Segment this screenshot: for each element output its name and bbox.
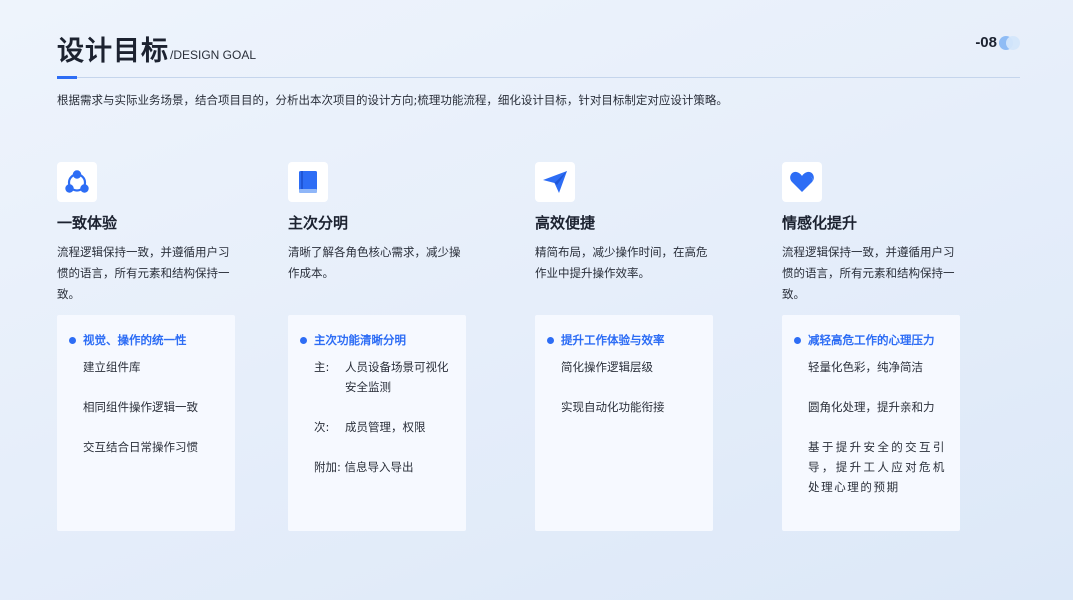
goal-column-consistency: 一致体验 流程逻辑保持一致，并遵循用户习惯的语言，所有元素和结构保持一致。 xyxy=(57,162,257,305)
list-item: 主: 人员设备场景可视化安全监测 xyxy=(314,357,452,397)
goal-text: 流程逻辑保持一致，并遵循用户习惯的语言，所有元素和结构保持一致。 xyxy=(57,245,230,301)
icon-container xyxy=(782,162,822,202)
strategy-card-consistency: 视觉、操作的统一性 建立组件库 相同组件操作逻辑一致 交互结合日常操作习惯 xyxy=(57,315,235,531)
item-key: 附加: xyxy=(314,460,341,474)
decorative-dots-icon xyxy=(999,36,1021,50)
header-divider-accent xyxy=(57,76,77,79)
goal-title: 一致体验 xyxy=(57,214,118,232)
goal-text: 精简布局，减少操作时间，在高危作业中提升操作效率。 xyxy=(535,245,708,280)
heart-icon xyxy=(790,171,814,192)
card-list: 建立组件库 相同组件操作逻辑一致 交互结合日常操作习惯 xyxy=(69,357,221,457)
list-item: 交互结合日常操作习惯 xyxy=(83,440,198,454)
icon-container xyxy=(535,162,575,202)
card-list: 简化操作逻辑层级 实现自动化功能衔接 xyxy=(547,357,699,417)
item-value: 人员设备场景可视化安全监测 xyxy=(345,360,449,394)
goal-title: 情感化提升 xyxy=(782,214,858,232)
page-description: 根据需求与实际业务场景，结合项目目的，分析出本次项目的设计方向;梳理功能流程，细… xyxy=(57,93,728,107)
strategy-card-emotion: 减轻高危工作的心理压力 轻量化色彩，纯净简洁 圆角化处理，提升亲和力 基于提升安… xyxy=(782,315,960,531)
book-icon xyxy=(299,171,317,193)
card-title-text: 主次功能清晰分明 xyxy=(314,333,406,347)
card-title: 提升工作体验与效率 xyxy=(547,332,699,348)
goal-text: 清晰了解各角色核心需求，减少操作成本。 xyxy=(288,245,461,280)
goal-text: 流程逻辑保持一致，并遵循用户习惯的语言，所有元素和结构保持一致。 xyxy=(782,245,955,301)
list-item: 基于提升安全的交互引导，提升工人应对危机处理心理的预期 xyxy=(808,440,946,494)
bullet-icon xyxy=(69,336,76,344)
icon-container xyxy=(288,162,328,202)
paper-plane-icon xyxy=(543,171,567,193)
page-subtitle: /DESIGN GOAL xyxy=(170,48,257,62)
card-title: 减轻高危工作的心理压力 xyxy=(794,332,946,348)
bullet-icon xyxy=(547,336,554,344)
strategy-card-priority: 主次功能清晰分明 主: 人员设备场景可视化安全监测 次: 成员管理，权限 附加:… xyxy=(288,315,466,531)
item-key: 主: xyxy=(314,360,330,374)
list-item: 建立组件库 xyxy=(83,360,141,374)
card-title: 主次功能清晰分明 xyxy=(300,332,452,348)
team-icon xyxy=(65,170,89,193)
icon-container xyxy=(57,162,97,202)
goal-title: 主次分明 xyxy=(288,214,349,232)
card-list: 主: 人员设备场景可视化安全监测 次: 成员管理，权限 附加: 信息导入导出 xyxy=(300,357,452,477)
list-item: 简化操作逻辑层级 xyxy=(561,360,653,374)
page-number: -08 xyxy=(975,34,997,51)
card-list: 轻量化色彩，纯净简洁 圆角化处理，提升亲和力 基于提升安全的交互引导，提升工人应… xyxy=(794,357,946,497)
item-value: 成员管理，权限 xyxy=(345,420,426,434)
bullet-icon xyxy=(300,336,307,344)
item-key: 次: xyxy=(314,420,330,434)
card-title: 视觉、操作的统一性 xyxy=(69,332,221,348)
header-divider xyxy=(57,77,1020,78)
strategy-card-efficiency: 提升工作体验与效率 简化操作逻辑层级 实现自动化功能衔接 xyxy=(535,315,713,531)
card-title-text: 提升工作体验与效率 xyxy=(561,333,665,347)
goal-column-emotion: 情感化提升 流程逻辑保持一致，并遵循用户习惯的语言，所有元素和结构保持一致。 xyxy=(782,162,982,305)
page-title: 设计目标 xyxy=(57,36,169,67)
bullet-icon xyxy=(794,336,801,344)
list-item: 相同组件操作逻辑一致 xyxy=(83,400,198,414)
list-item: 轻量化色彩，纯净简洁 xyxy=(808,360,923,374)
list-item: 圆角化处理，提升亲和力 xyxy=(808,400,935,414)
goal-title: 高效便捷 xyxy=(535,214,596,232)
goal-column-efficiency: 高效便捷 精简布局，减少操作时间，在高危作业中提升操作效率。 xyxy=(535,162,735,284)
card-title-text: 视觉、操作的统一性 xyxy=(83,333,187,347)
goal-column-priority: 主次分明 清晰了解各角色核心需求，减少操作成本。 xyxy=(288,162,488,284)
list-item: 附加: 信息导入导出 xyxy=(314,457,452,477)
item-value: 信息导入导出 xyxy=(344,460,414,474)
list-item: 实现自动化功能衔接 xyxy=(561,400,665,414)
card-title-text: 减轻高危工作的心理压力 xyxy=(808,333,935,347)
list-item: 次: 成员管理，权限 xyxy=(314,417,452,437)
